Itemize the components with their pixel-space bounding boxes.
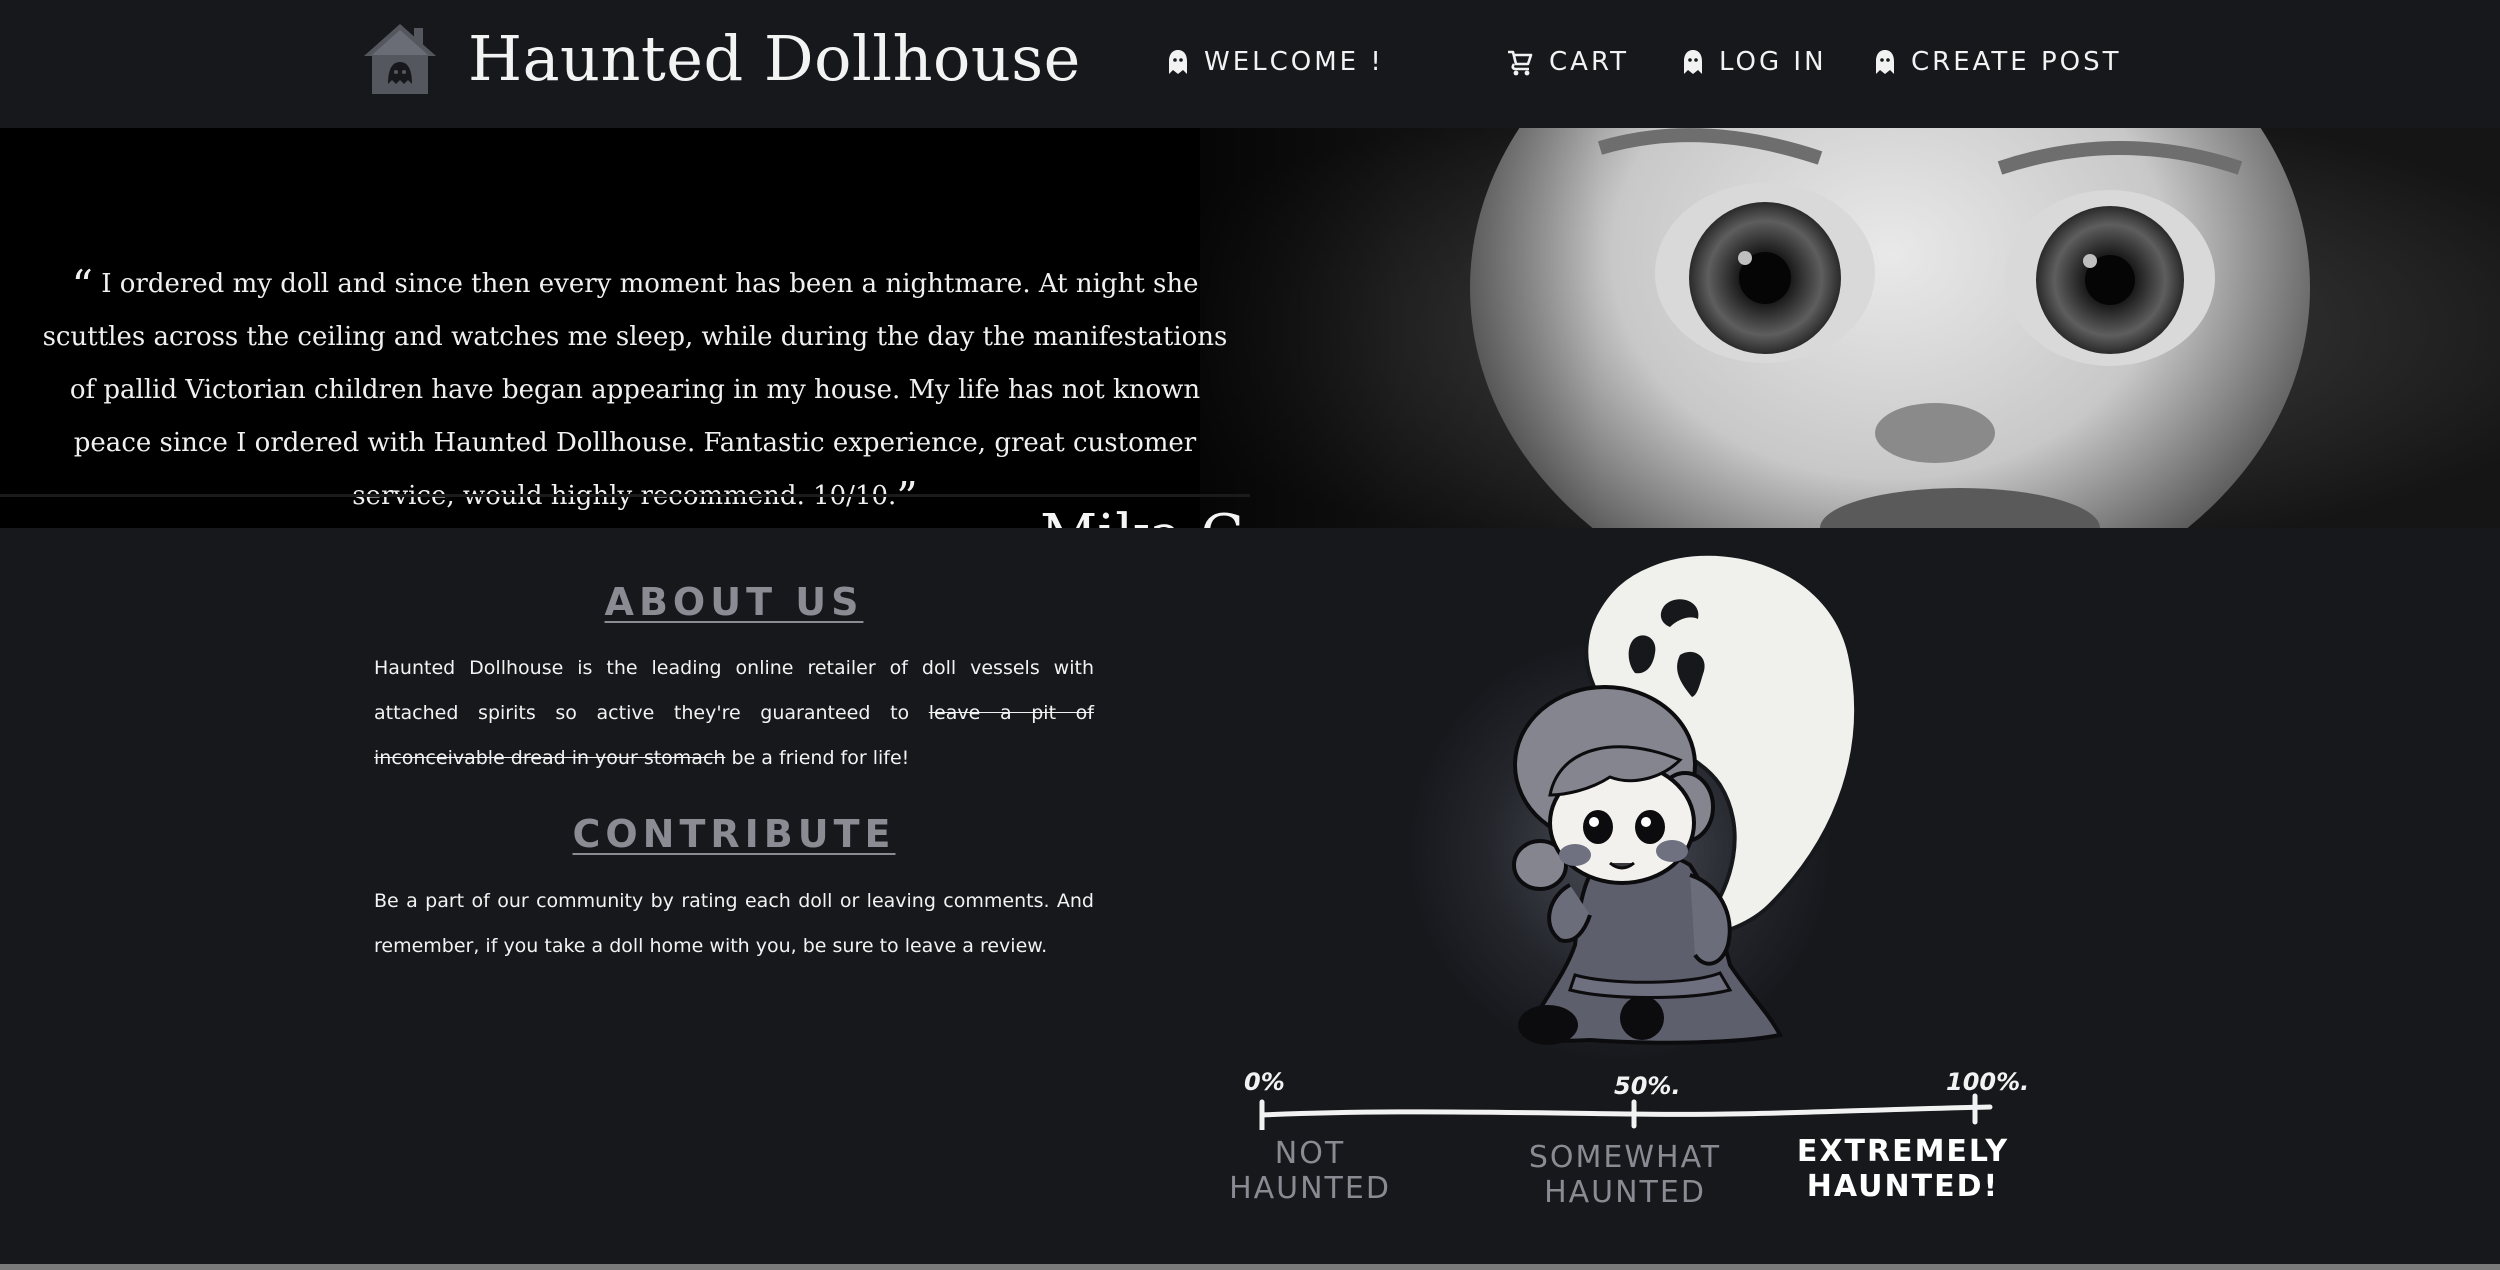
scale-label-somewhat-haunted: SOMEWHAT HAUNTED	[1528, 1140, 1722, 1210]
hero-divider	[0, 494, 1250, 497]
haunted-scale: 0% 50%. 100%. NOT HAUNTED SOMEWHAT HAUNT…	[1229, 1060, 2030, 1240]
site-header: Haunted Dollhouse WELCOME ! CART LOG IN …	[0, 0, 2500, 128]
ghost-icon	[1169, 50, 1187, 74]
scale-mark-0: 0%	[1244, 1068, 1285, 1096]
haunted-house-icon[interactable]	[362, 22, 438, 96]
open-quote-mark: “	[71, 261, 93, 310]
scale-mark-50: 50%.	[1614, 1072, 1681, 1100]
site-title[interactable]: Haunted Dollhouse	[468, 22, 1081, 95]
about-text-end: be a friend for life!	[725, 747, 910, 769]
about-us-heading: ABOUT US	[604, 580, 864, 624]
testimonial-quote: “ I ordered my doll and since then every…	[30, 258, 1240, 523]
nav-welcome-label: WELCOME !	[1204, 47, 1384, 77]
ghost-doll-illustration	[1512, 551, 1858, 1045]
testimonial-author: Mika G	[1040, 508, 1245, 529]
scale-label-not-haunted: NOT HAUNTED	[1229, 1136, 1391, 1206]
nav-welcome[interactable]: WELCOME !	[1168, 44, 1384, 80]
scale-label-extremely-haunted: EXTREMELY HAUNTED!	[1796, 1134, 2010, 1204]
ghost-icon	[1876, 50, 1894, 74]
nav-create-post[interactable]: CREATE POST	[1875, 44, 2122, 80]
nav-login[interactable]: LOG IN	[1683, 44, 1827, 80]
scale-mark-100: 100%.	[1946, 1068, 2030, 1096]
ghost-icon	[1684, 50, 1702, 74]
nav-login-label: LOG IN	[1719, 47, 1827, 77]
contribute-heading: CONTRIBUTE	[572, 812, 896, 856]
testimonial-text: I ordered my doll and since then every m…	[42, 269, 1228, 511]
about-us-text: Haunted Dollhouse is the leading online …	[374, 646, 1094, 781]
nav-cart-label: CART	[1549, 47, 1629, 77]
hero-banner: “ I ordered my doll and since then every…	[0, 128, 2500, 528]
nav-create-post-label: CREATE POST	[1911, 47, 2122, 77]
contribute-text: Be a part of our community by rating eac…	[374, 890, 1094, 957]
page-bottom-bar	[0, 1264, 2500, 1270]
close-quote-mark: ”	[896, 473, 918, 522]
nav-cart[interactable]: CART	[1505, 44, 1629, 80]
stroller-cart-icon	[1508, 50, 1533, 76]
